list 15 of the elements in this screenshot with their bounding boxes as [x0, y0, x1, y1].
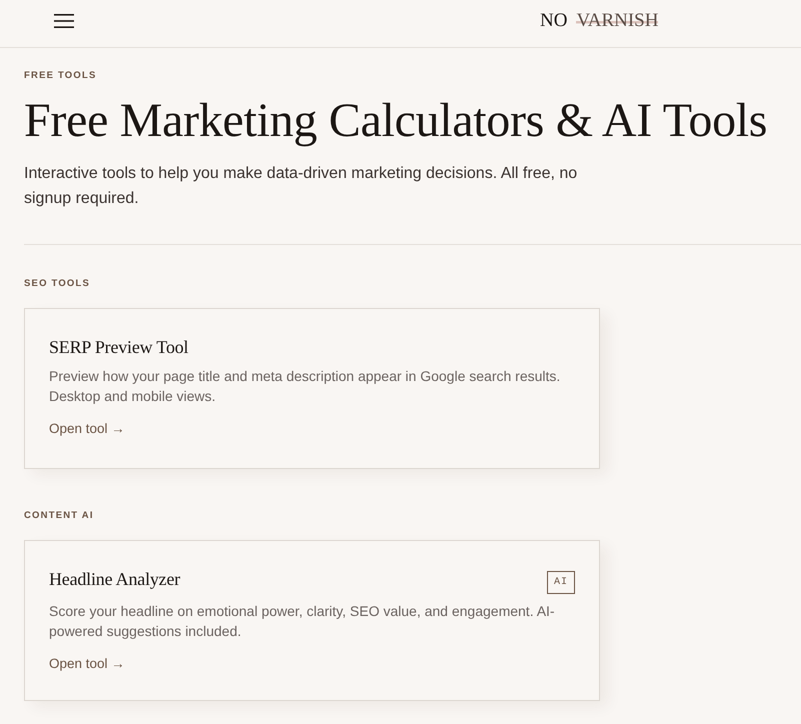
- section-label: CONTENT AI: [24, 510, 94, 522]
- open-tool-link[interactable]: Open tool →: [49, 419, 125, 439]
- tool-card[interactable]: SERP Preview Tool Preview how your page title and meta description appear in Google search results. Desktop and mobile views. Open tool →: [24, 308, 600, 469]
- card-description: Score your headline on emotional power, clarity, SEO value, and engagement. AI-powered suggestions included.: [49, 602, 556, 641]
- page-subtitle: Interactive tools to help you make data-driven marketing decisions. All free, no signup required.: [24, 164, 578, 209]
- eyebrow-label: FREE TOOLS: [24, 70, 97, 82]
- open-tool-link[interactable]: Open tool →: [49, 654, 125, 674]
- ai-badge: AI: [546, 571, 575, 594]
- card-title: Headline Analyzer: [49, 568, 180, 591]
- page-title: Free Marketing Calculators & AI Tools: [24, 93, 768, 149]
- tool-card[interactable]: Headline Analyzer AI Score your headline on emotional power, clarity, SEO value, and engagement. AI-powered suggestions included. Open tool →: [24, 540, 600, 701]
- section-label: SEO TOOLS: [24, 278, 90, 290]
- card-description: Preview how your page title and meta description appear in Google search results. Desktop and mobile views.: [49, 367, 562, 406]
- menu-icon[interactable]: [54, 14, 74, 28]
- card-title: SERP Preview Tool: [49, 336, 188, 359]
